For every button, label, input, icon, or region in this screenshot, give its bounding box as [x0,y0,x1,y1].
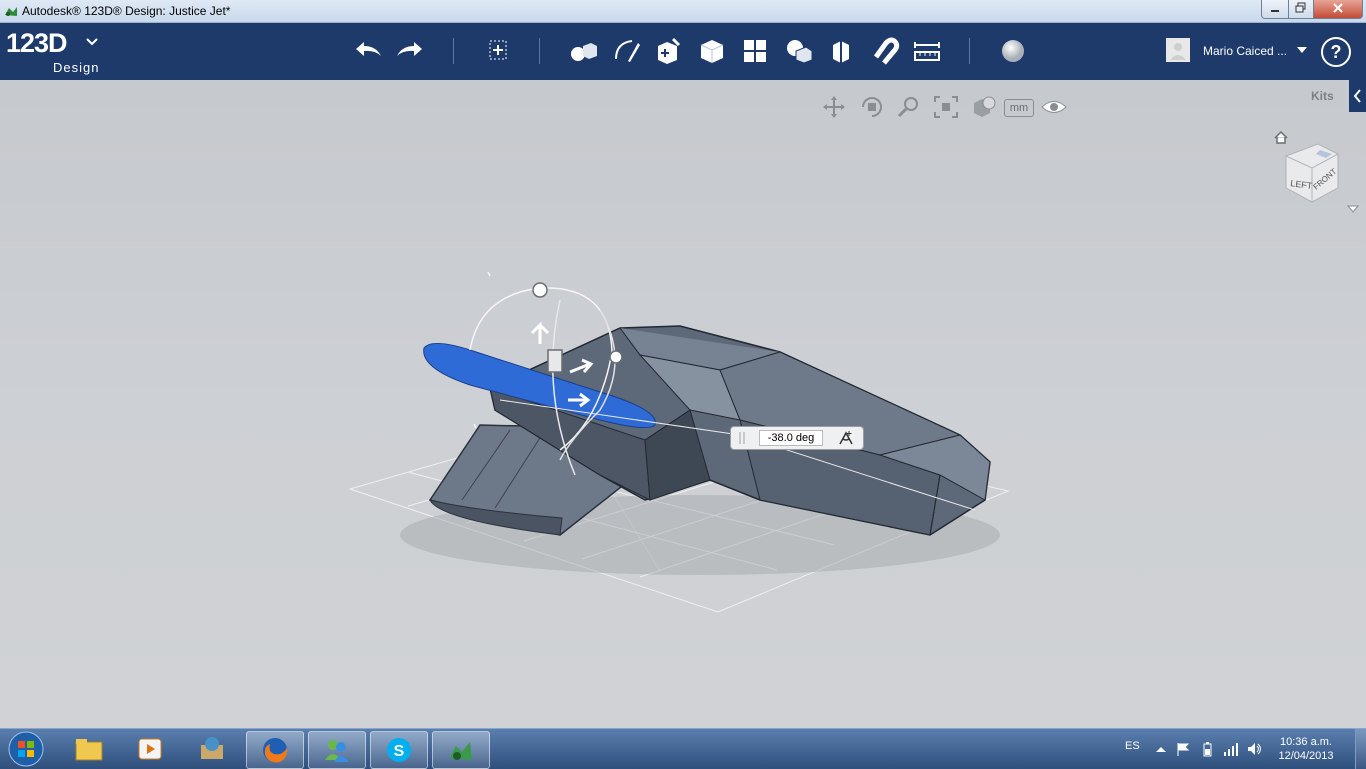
close-button[interactable] [1313,0,1363,19]
toolbar-separator [539,38,540,64]
minimize-icon [1271,10,1279,12]
volume-icon[interactable] [1246,741,1262,757]
start-orb[interactable] [4,730,48,768]
user-icon [1170,43,1186,60]
undo-icon [356,42,381,56]
taskbar-app[interactable] [184,731,240,767]
modify-icon [700,40,724,63]
construct-button[interactable] [653,35,685,67]
pattern-button[interactable] [739,35,771,67]
messenger-icon [325,740,349,762]
action-center-flag-icon[interactable] [1175,741,1191,757]
user-name: Mario Caiced ... [1203,44,1288,58]
redo-button[interactable] [394,35,426,67]
app-logo-icon [5,7,17,16]
caret-down-icon [1297,47,1307,53]
help-button[interactable]: ? [1321,37,1351,67]
language-indicator[interactable]: ES [1125,740,1140,752]
123d-design-icon [450,742,472,760]
firefox-icon [263,738,288,763]
angle-snap-icon[interactable] [837,429,855,447]
transform-button[interactable] [482,35,514,67]
logo-subtext: Design [53,60,100,75]
taskbar-media-player[interactable] [122,731,178,767]
app-icon [201,737,223,759]
minimize-button[interactable] [1261,0,1289,19]
grip-icon [739,432,745,444]
battery-icon[interactable] [1199,741,1215,757]
material-sphere-icon [1002,40,1024,62]
avatar [1166,38,1190,62]
toolbar-separator [453,38,454,64]
sketch-icon [615,40,640,62]
skype-icon: S [387,738,411,762]
combine-icon [833,41,849,63]
taskbar: S ES 10:36 a.m. 12/04/2013 [0,728,1366,769]
main-toolbar: 123D Design Mario Caiced ... ? [0,23,1366,80]
snap-button[interactable] [868,35,900,67]
system-clock[interactable]: 10:36 a.m. 12/04/2013 [1270,735,1342,763]
media-player-icon [138,738,162,760]
restore-icon [1295,2,1306,13]
taskbar-explorer[interactable] [61,731,117,767]
toolbar-separator [969,38,970,64]
angle-input[interactable]: -38.0 deg [759,430,823,446]
pattern-icon [744,40,766,62]
measure-button[interactable] [911,35,943,67]
clock-time: 10:36 a.m. [1280,736,1332,748]
folder-icon [75,739,103,761]
grouping-button[interactable] [782,35,814,67]
ruler-icon [914,42,940,61]
app-menu-button[interactable]: 123D Design [6,28,98,75]
magnet-icon [873,37,900,65]
modify-button[interactable] [696,35,728,67]
taskbar-messenger[interactable] [308,731,366,769]
show-hidden-icons-icon[interactable] [1153,741,1169,757]
transform-icon [489,40,507,60]
logo-text: 123D [6,28,68,58]
model-scene [348,271,1010,613]
primitives-button[interactable] [567,35,599,67]
taskbar-123d-design[interactable] [432,731,490,769]
maximize-button[interactable] [1288,0,1314,19]
3d-viewport[interactable]: mm Kits LEFT FRONT -38.0 deg [0,80,1366,728]
taskbar-skype[interactable]: S [370,731,428,769]
clock-date: 12/04/2013 [1278,750,1334,762]
show-desktop-button[interactable] [1355,729,1366,769]
close-icon [1333,3,1343,13]
redo-icon [397,42,422,56]
undo-button[interactable] [352,35,384,67]
svg-text:S: S [394,743,405,760]
chevron-down-icon [86,38,98,46]
primitives-icon [571,43,597,61]
grouping-icon [787,40,813,64]
construct-icon [658,37,681,64]
sketch-button[interactable] [610,35,642,67]
network-signal-icon[interactable] [1223,741,1239,757]
title-bar: Autodesk® 123D® Design: Justice Jet* [0,0,1366,23]
taskbar-firefox[interactable] [246,731,304,769]
material-button[interactable] [997,35,1029,67]
combine-button[interactable] [825,35,857,67]
window-title: Autodesk® 123D® Design: Justice Jet* [22,4,231,18]
angle-input-popup: -38.0 deg [730,426,864,450]
